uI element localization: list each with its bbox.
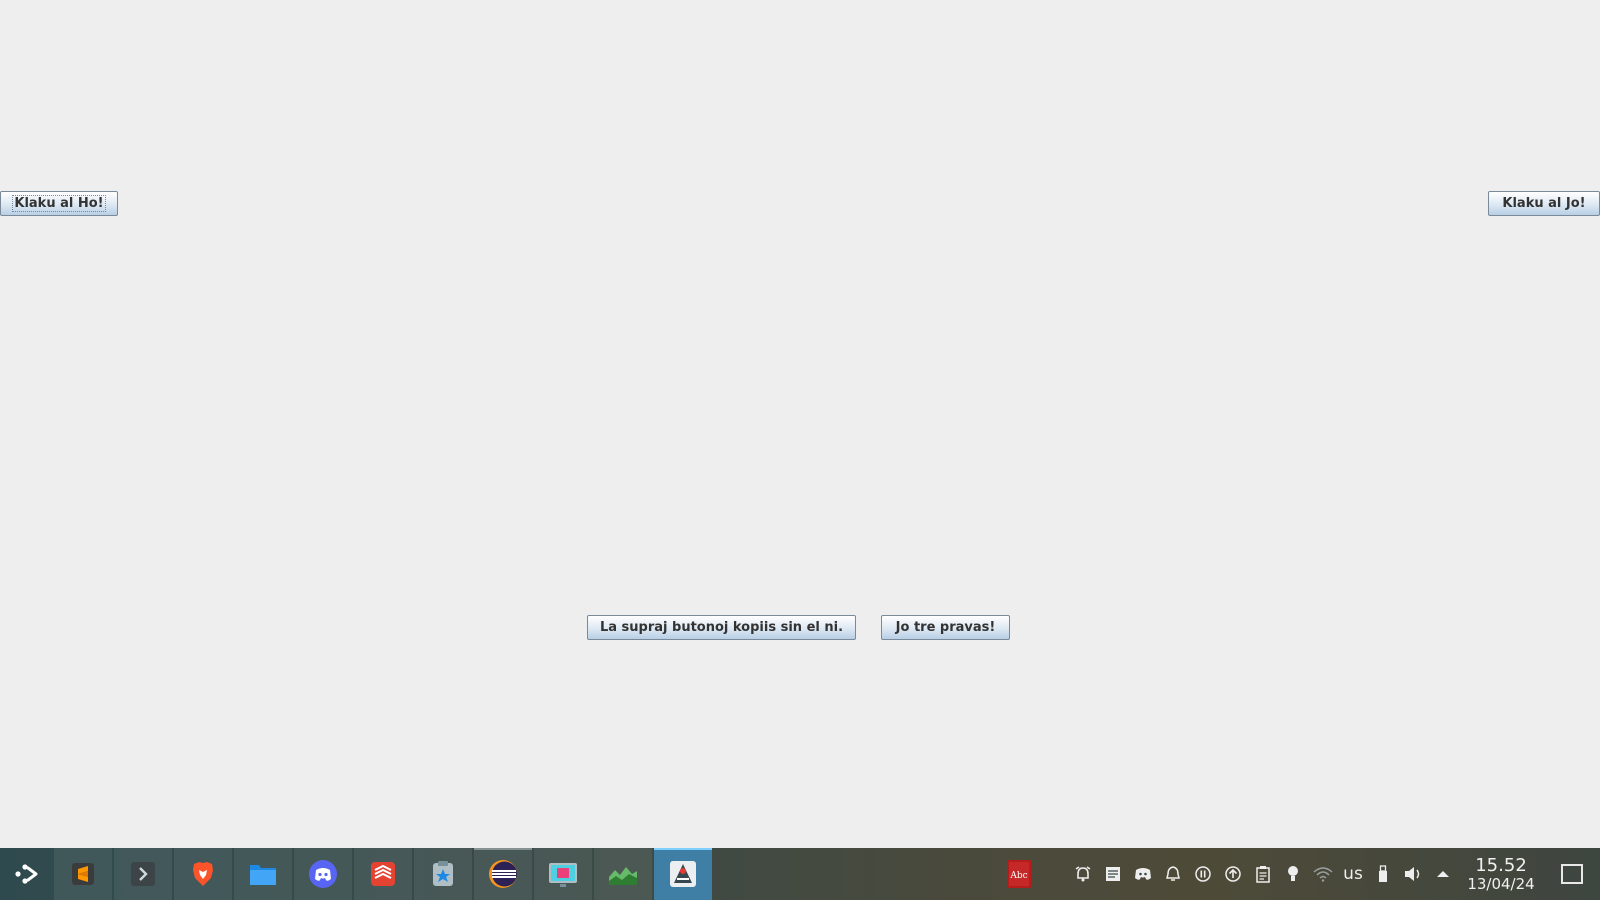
task-eclipse[interactable] xyxy=(474,848,532,900)
brave-browser-icon xyxy=(188,859,218,889)
show-desktop-box xyxy=(1561,864,1583,884)
buttons-copied-label: La supraj butonoj kopiis sin el ni. xyxy=(599,620,844,635)
application-launcher-icon[interactable] xyxy=(0,848,52,900)
discord-icon xyxy=(308,859,338,889)
volume-icon[interactable] xyxy=(1398,848,1428,900)
klaku-al-ho-button[interactable]: Klaku al Ho! xyxy=(0,191,118,216)
buttons-copied-button[interactable]: La supraj butonoj kopiis sin el ni. xyxy=(587,615,856,640)
klaku-al-jo-label: Klaku al Jo! xyxy=(1502,196,1586,211)
screenshot-tool-icon xyxy=(548,859,578,889)
system-tray: Abc us 15.52 13/04/24 xyxy=(1004,848,1600,900)
keyboard-layout-indicator[interactable]: us xyxy=(1338,864,1368,884)
clock-date: 13/04/24 xyxy=(1467,874,1535,893)
update-icon[interactable] xyxy=(1218,848,1248,900)
task-brave[interactable] xyxy=(174,848,232,900)
jo-tre-pravas-label: Jo tre pravas! xyxy=(895,620,996,635)
usb-drive-icon[interactable] xyxy=(1368,848,1398,900)
expand-tray-icon[interactable] xyxy=(1428,848,1458,900)
show-desktop-icon[interactable] xyxy=(1544,864,1600,884)
svg-text:Abc: Abc xyxy=(1009,871,1027,881)
clipboard-icon[interactable] xyxy=(1248,848,1278,900)
task-screenshot-tool[interactable] xyxy=(534,848,592,900)
eclipse-icon xyxy=(488,859,518,889)
klaku-al-jo-button[interactable]: Klaku al Jo! xyxy=(1488,191,1600,216)
task-file-manager[interactable] xyxy=(234,848,292,900)
notifications-icon[interactable] xyxy=(1158,848,1188,900)
lightbulb-icon[interactable] xyxy=(1278,848,1308,900)
clock-time: 15.52 xyxy=(1475,854,1527,876)
task-sublime-text[interactable] xyxy=(54,848,112,900)
klaku-al-ho-label: Klaku al Ho! xyxy=(12,195,106,212)
jo-tre-pravas-button[interactable]: Jo tre pravas! xyxy=(881,615,1010,640)
clock[interactable]: 15.52 13/04/24 xyxy=(1458,856,1544,892)
sublime-text-icon xyxy=(68,859,98,889)
task-bookmark-app[interactable] xyxy=(414,848,472,900)
file-manager-icon xyxy=(248,859,278,889)
task-todoist[interactable] xyxy=(354,848,412,900)
task-system-monitor[interactable] xyxy=(594,848,652,900)
terminal-icon xyxy=(128,859,158,889)
java-app-icon xyxy=(668,859,698,889)
discord-tray-icon[interactable] xyxy=(1128,848,1158,900)
taskbar: Abc us 15.52 13/04/24 xyxy=(0,848,1600,900)
task-terminal[interactable] xyxy=(114,848,172,900)
notes-icon[interactable] xyxy=(1098,848,1128,900)
alarm-icon[interactable] xyxy=(1068,848,1098,900)
pause-icon[interactable] xyxy=(1188,848,1218,900)
dictionary-abc-icon[interactable]: Abc xyxy=(1004,859,1034,889)
task-java-app[interactable] xyxy=(654,848,712,900)
task-discord[interactable] xyxy=(294,848,352,900)
java-swing-window: Klaku al Ho! Klaku al Jo! La supraj buto… xyxy=(0,0,1600,848)
wifi-icon[interactable] xyxy=(1308,848,1338,900)
todoist-icon xyxy=(368,859,398,889)
bookmark-app-icon xyxy=(428,859,458,889)
system-monitor-icon xyxy=(608,859,638,889)
